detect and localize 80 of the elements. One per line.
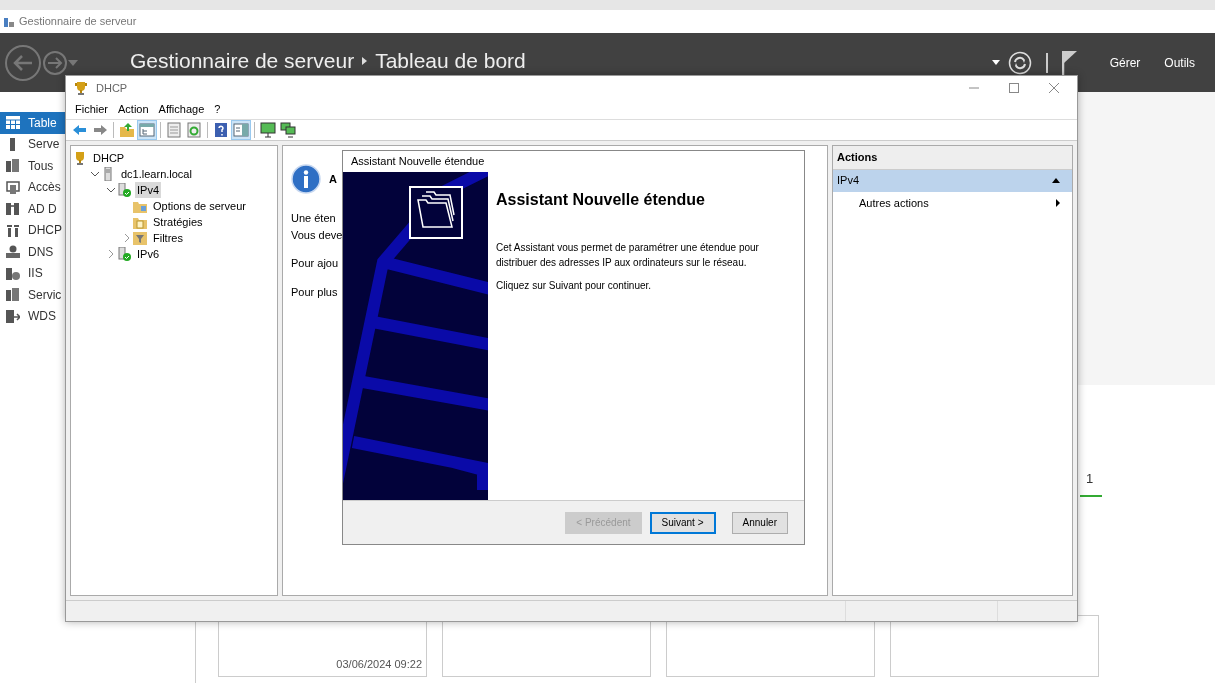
- forward-icon[interactable]: [42, 49, 68, 76]
- info-icon: [291, 164, 321, 194]
- sidebar-item[interactable]: Servic: [0, 284, 65, 306]
- details-text: Une éten: [291, 211, 336, 226]
- tree-item[interactable]: IPv6: [135, 246, 161, 262]
- details-text: Pour plus: [291, 284, 338, 300]
- caret-icon[interactable]: [991, 60, 1000, 65]
- action-pane-icon: [233, 122, 249, 138]
- toolbar-button[interactable]: [258, 120, 278, 140]
- sidebar-item[interactable]: Table: [0, 112, 65, 134]
- menu-item[interactable]: Fichier: [70, 101, 113, 118]
- submenu-arrow-icon: [1056, 198, 1060, 207]
- help-icon: [213, 122, 229, 138]
- tree-item[interactable]: Options de serveur: [151, 198, 248, 214]
- monitors-icon: [280, 122, 296, 138]
- dialog-title: Assistant Nouvelle étendue: [350, 154, 486, 170]
- trophy-icon: [73, 151, 87, 165]
- toolbar-button[interactable]: [278, 120, 298, 140]
- menu-item[interactable]: ?: [209, 101, 226, 118]
- properties-icon: [166, 122, 182, 138]
- close-icon[interactable]: [1049, 83, 1059, 93]
- back-icon[interactable]: [4, 43, 42, 82]
- sidebar-item[interactable]: Serve: [0, 133, 65, 155]
- window-title: DHCP: [96, 80, 128, 96]
- actions-header: Actions: [833, 146, 1072, 170]
- tree-item[interactable]: Stratégies: [151, 214, 205, 230]
- breadcrumb-arrow-icon: [362, 56, 368, 65]
- tree-item[interactable]: Filtres: [151, 230, 185, 246]
- breadcrumb-item: Tableau de bord: [375, 48, 526, 73]
- maximize-icon[interactable]: [1009, 83, 1019, 93]
- breadcrumb-item[interactable]: Gestionnaire de serveur: [130, 48, 355, 73]
- tree-item[interactable]: dc1.learn.local: [119, 166, 194, 182]
- actions-section-header[interactable]: IPv4: [833, 169, 1072, 192]
- details-text: Pour ajou: [291, 256, 339, 271]
- menu-item[interactable]: Gérer: [1109, 53, 1141, 72]
- dialog-button[interactable]: Annuler: [731, 511, 788, 534]
- chevron-right-icon[interactable]: [107, 250, 115, 258]
- dialog-button[interactable]: Suivant >: [649, 511, 716, 534]
- sidebar-item[interactable]: DNS: [0, 241, 65, 263]
- monitor-icon: [260, 122, 276, 138]
- tree-item[interactable]: IPv4: [135, 182, 161, 198]
- details-text: Vous deve: [291, 227, 343, 243]
- refresh-icon: [186, 122, 202, 138]
- sidebar-item[interactable]: AD D: [0, 198, 65, 220]
- sidebar-item[interactable]: WDS: [0, 305, 65, 327]
- chevron-down-icon[interactable]: [107, 186, 115, 194]
- filter-icon: [133, 231, 147, 245]
- window-title: Gestionnaire de serveur: [19, 14, 137, 30]
- folder-icon: [133, 199, 147, 213]
- status-count: 1: [1080, 469, 1102, 497]
- menu-item[interactable]: Affichage: [153, 101, 210, 118]
- back-arrow-icon: [72, 122, 88, 138]
- refresh-icon[interactable]: [1007, 50, 1032, 75]
- wizard-heading: Assistant Nouvelle étendue: [496, 190, 706, 211]
- chevron-right-icon[interactable]: [123, 234, 131, 242]
- flag-icon[interactable]: [1061, 49, 1078, 76]
- sidebar-item[interactable]: DHCP: [0, 219, 65, 241]
- chevron-down-icon[interactable]: [91, 170, 99, 178]
- grid-icon: [6, 116, 20, 130]
- forward-arrow-icon: [92, 122, 108, 138]
- tree-item[interactable]: DHCP: [91, 150, 127, 166]
- collapse-arrow-icon[interactable]: [1052, 178, 1060, 183]
- server-check-icon: [117, 247, 131, 261]
- server-check-icon: [117, 183, 131, 197]
- server-manager-icon: [3, 15, 15, 28]
- menu-item[interactable]: Outils: [1164, 53, 1195, 72]
- sidebar-item[interactable]: Accès: [0, 176, 65, 198]
- details-heading: A: [329, 171, 337, 187]
- timestamp: 03/06/2024 09:22: [336, 656, 422, 672]
- trophy-icon: [74, 81, 88, 95]
- folder-icon: [133, 215, 147, 229]
- sidebar-item[interactable]: Tous: [0, 155, 65, 177]
- section-title: IPv4: [837, 173, 859, 189]
- action-item[interactable]: Autres actions: [833, 191, 1072, 214]
- wizard-text: Cet Assistant vous permet de paramétrer une étendue pour distribuer des adresses IP aux ordinateurs sur le réseau.: [496, 241, 760, 271]
- sidebar-item[interactable]: IIS: [0, 262, 65, 284]
- folder-up-icon: [119, 122, 135, 138]
- tree-pane-icon: [139, 122, 155, 138]
- wizard-text: Cliquez sur Suivant pour continuer.: [496, 279, 653, 294]
- menu-item[interactable]: Action: [113, 101, 154, 118]
